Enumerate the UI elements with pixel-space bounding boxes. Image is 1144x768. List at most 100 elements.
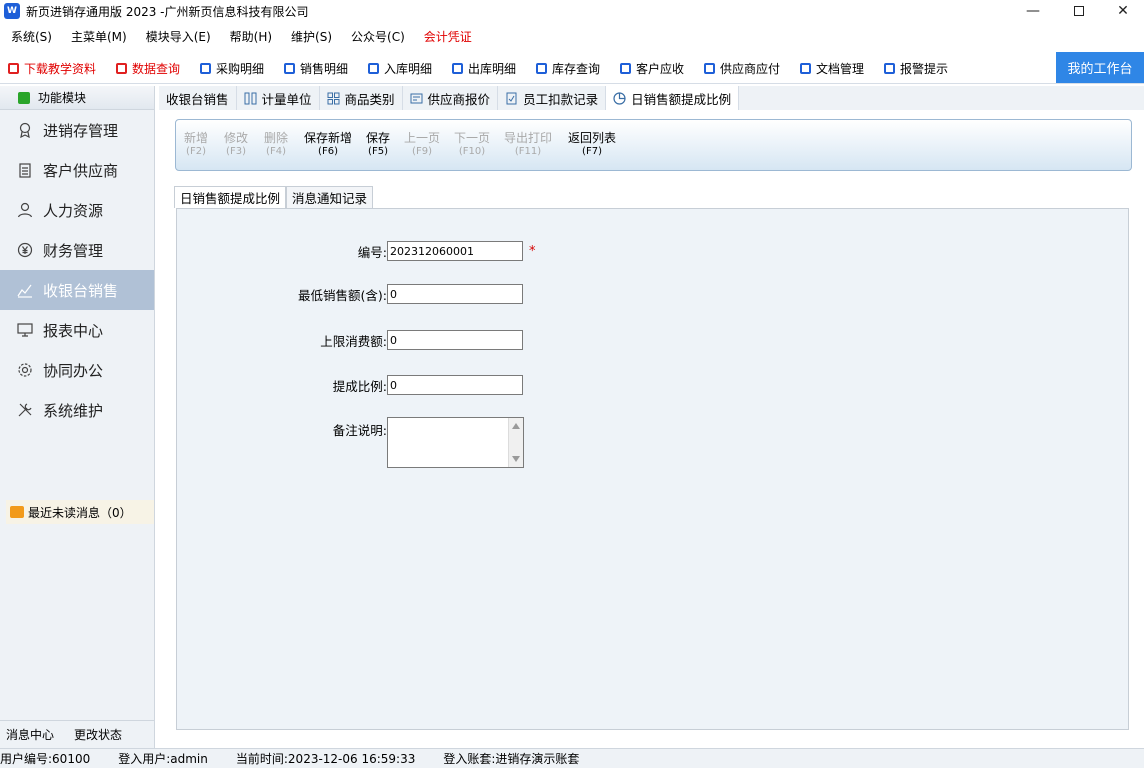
quick-sales-detail[interactable]: 销售明细 xyxy=(284,60,348,77)
unread-messages[interactable]: 最近未读消息（0） xyxy=(6,500,154,524)
next-page-button[interactable]: 下一页 (F10) xyxy=(454,132,490,158)
close-button[interactable]: ✕ xyxy=(1100,0,1144,22)
remark-row: 备注说明: xyxy=(277,417,524,468)
sidebar-item-system-maintenance[interactable]: 系统维护 xyxy=(0,390,154,430)
quick-supplier-payable[interactable]: 供应商应付 xyxy=(704,60,780,77)
save-and-add-button[interactable]: 保存新增 (F6) xyxy=(304,132,352,158)
register-icon xyxy=(410,93,423,103)
sidebar-footer: 消息中心 更改状态 xyxy=(0,720,155,748)
tab-daily-sales-commission[interactable]: 日销售额提成比例 xyxy=(606,86,740,110)
user-icon xyxy=(16,201,34,219)
tab-cashier-sales[interactable]: 收银台销售 xyxy=(159,86,237,110)
sidebar-item-report-center[interactable]: 报表中心 xyxy=(0,310,154,350)
status-bar: 用户编号:60100 登入用户:admin 当前时间:2023-12-06 16… xyxy=(0,748,1144,768)
menu-bar: 系统(S) 主菜单(M) 模块导入(E) 帮助(H) 维护(S) 公众号(C) … xyxy=(0,24,1144,48)
content-area: 新增 (F2) 修改 (F3) 删除 (F4) 保存新增 (F6) 保存 (F5) 上一页… xyxy=(159,110,1144,748)
scroll-up-icon[interactable] xyxy=(512,423,520,429)
checkbox-icon xyxy=(8,63,19,74)
speaker-icon xyxy=(10,506,24,518)
document-tabs: 收银台销售 计量单位 商品类别 供应商报价 员工扣款记录 日销售额提成比例 xyxy=(159,86,1144,110)
prev-page-button[interactable]: 上一页 (F9) xyxy=(404,132,440,158)
sidebar-item-collaboration[interactable]: 协同办公 xyxy=(0,350,154,390)
menu-module-import[interactable]: 模块导入(E) xyxy=(146,28,211,45)
back-to-list-button[interactable]: 返回列表 (F7) xyxy=(568,132,616,158)
add-button[interactable]: 新增 (F2) xyxy=(184,132,208,158)
sidebar-item-cashier-sales[interactable]: 收银台销售 xyxy=(0,270,154,310)
checkbox-icon xyxy=(284,63,295,74)
chart-icon xyxy=(16,281,34,299)
grid-icon xyxy=(327,92,340,104)
checkbox-icon xyxy=(884,63,895,74)
menu-maintain[interactable]: 维护(S) xyxy=(291,28,332,45)
quick-customer-receivable[interactable]: 客户应收 xyxy=(620,60,684,77)
remark-label: 备注说明: xyxy=(332,423,387,438)
code-input[interactable]: 202312060001 xyxy=(387,241,523,261)
maximize-button[interactable] xyxy=(1056,0,1102,22)
quick-stock-query[interactable]: 库存查询 xyxy=(536,60,600,77)
tab-measure-unit[interactable]: 计量单位 xyxy=(236,86,320,110)
subtab-daily-commission[interactable]: 日销售额提成比例 xyxy=(174,186,287,208)
checkbox-icon xyxy=(800,63,811,74)
sidebar-item-finance[interactable]: 财务管理 xyxy=(0,230,154,270)
checkbox-icon xyxy=(116,63,127,74)
my-workbench-button[interactable]: 我的工作台 xyxy=(1056,52,1144,83)
tab-supplier-quote[interactable]: 供应商报价 xyxy=(402,86,499,110)
monitor-icon xyxy=(16,321,34,339)
sidebar-item-human-resources[interactable]: 人力资源 xyxy=(0,190,154,230)
delete-button[interactable]: 删除 (F4) xyxy=(264,132,288,158)
minimize-button[interactable]: — xyxy=(1010,0,1056,22)
subtab-message-records[interactable]: 消息通知记录 xyxy=(286,186,374,208)
menu-help[interactable]: 帮助(H) xyxy=(230,28,272,45)
tab-product-category[interactable]: 商品类别 xyxy=(319,86,403,110)
window-title: 新页进销存通用版 2023 -广州新页信息科技有限公司 xyxy=(26,4,309,19)
action-toolbar: 新增 (F2) 修改 (F3) 删除 (F4) 保存新增 (F6) 保存 (F5) 上一页… xyxy=(175,119,1132,171)
min-sales-input[interactable]: 0 xyxy=(387,284,523,304)
quick-alarm-prompt[interactable]: 报警提示 xyxy=(884,60,948,77)
commission-ratio-row: 提成比例: 0 xyxy=(277,375,523,395)
quick-data-query[interactable]: 数据查询 xyxy=(116,60,180,77)
tab-employee-deduction[interactable]: 员工扣款记录 xyxy=(498,86,607,110)
checkbox-icon xyxy=(704,63,715,74)
checkbox-icon xyxy=(368,63,379,74)
sidebar-item-inventory[interactable]: 进销存管理 xyxy=(0,110,154,150)
edit-button[interactable]: 修改 (F3) xyxy=(224,132,248,158)
export-print-button[interactable]: 导出打印 (F11) xyxy=(504,132,552,158)
quick-inbound-detail[interactable]: 入库明细 xyxy=(368,60,432,77)
menu-accounting-voucher[interactable]: 会计凭证 xyxy=(424,28,472,45)
clipboard-icon xyxy=(16,161,34,179)
max-consumption-label: 上限消费额: xyxy=(320,333,387,349)
menu-system[interactable]: 系统(S) xyxy=(11,28,52,45)
status-account: 登入账套:进销存演示账套 xyxy=(443,752,580,766)
quick-toolbar: 下载教学资料 数据查询 采购明细 销售明细 入库明细 出库明细 库存查询 客户应… xyxy=(0,52,1144,84)
menu-main[interactable]: 主菜单(M) xyxy=(71,28,127,45)
pie-chart-icon xyxy=(613,91,626,105)
sidebar-item-customer-supplier[interactable]: 客户供应商 xyxy=(0,150,154,190)
status-login-user: 登入用户:admin xyxy=(118,752,208,766)
checkbox-icon xyxy=(536,63,547,74)
commission-ratio-input[interactable]: 0 xyxy=(387,375,523,395)
tools-icon xyxy=(16,401,34,419)
change-status-link[interactable]: 更改状态 xyxy=(74,726,122,743)
max-consumption-input[interactable]: 0 xyxy=(387,330,523,350)
scroll-down-icon[interactable] xyxy=(512,456,520,462)
commission-ratio-label: 提成比例: xyxy=(332,378,387,394)
quick-download-materials[interactable]: 下载教学资料 xyxy=(8,60,96,77)
quick-purchase-detail[interactable]: 采购明细 xyxy=(200,60,264,77)
title-bar: W 新页进销存通用版 2023 -广州新页信息科技有限公司 — ✕ xyxy=(0,0,1144,22)
remark-scrollbar[interactable] xyxy=(508,418,523,467)
quick-outbound-detail[interactable]: 出库明细 xyxy=(452,60,516,77)
medal-icon xyxy=(16,121,34,139)
message-center-link[interactable]: 消息中心 xyxy=(6,726,54,743)
save-button[interactable]: 保存 (F5) xyxy=(366,132,390,158)
code-label: 编号: xyxy=(357,244,387,260)
checkbox-icon xyxy=(200,63,211,74)
columns-icon xyxy=(244,92,257,104)
form-panel: 编号: 202312060001 * 最低销售额(含): 0 上限消费额: 0 … xyxy=(176,208,1129,730)
yuan-coin-icon xyxy=(16,241,34,259)
checkbox-icon xyxy=(620,63,631,74)
quick-document-management[interactable]: 文档管理 xyxy=(800,60,864,77)
remark-textarea[interactable] xyxy=(387,417,524,468)
menu-official-account[interactable]: 公众号(C) xyxy=(351,28,405,45)
app-logo-icon: W xyxy=(4,3,20,19)
min-sales-row: 最低销售额(含): 0 xyxy=(277,284,523,304)
